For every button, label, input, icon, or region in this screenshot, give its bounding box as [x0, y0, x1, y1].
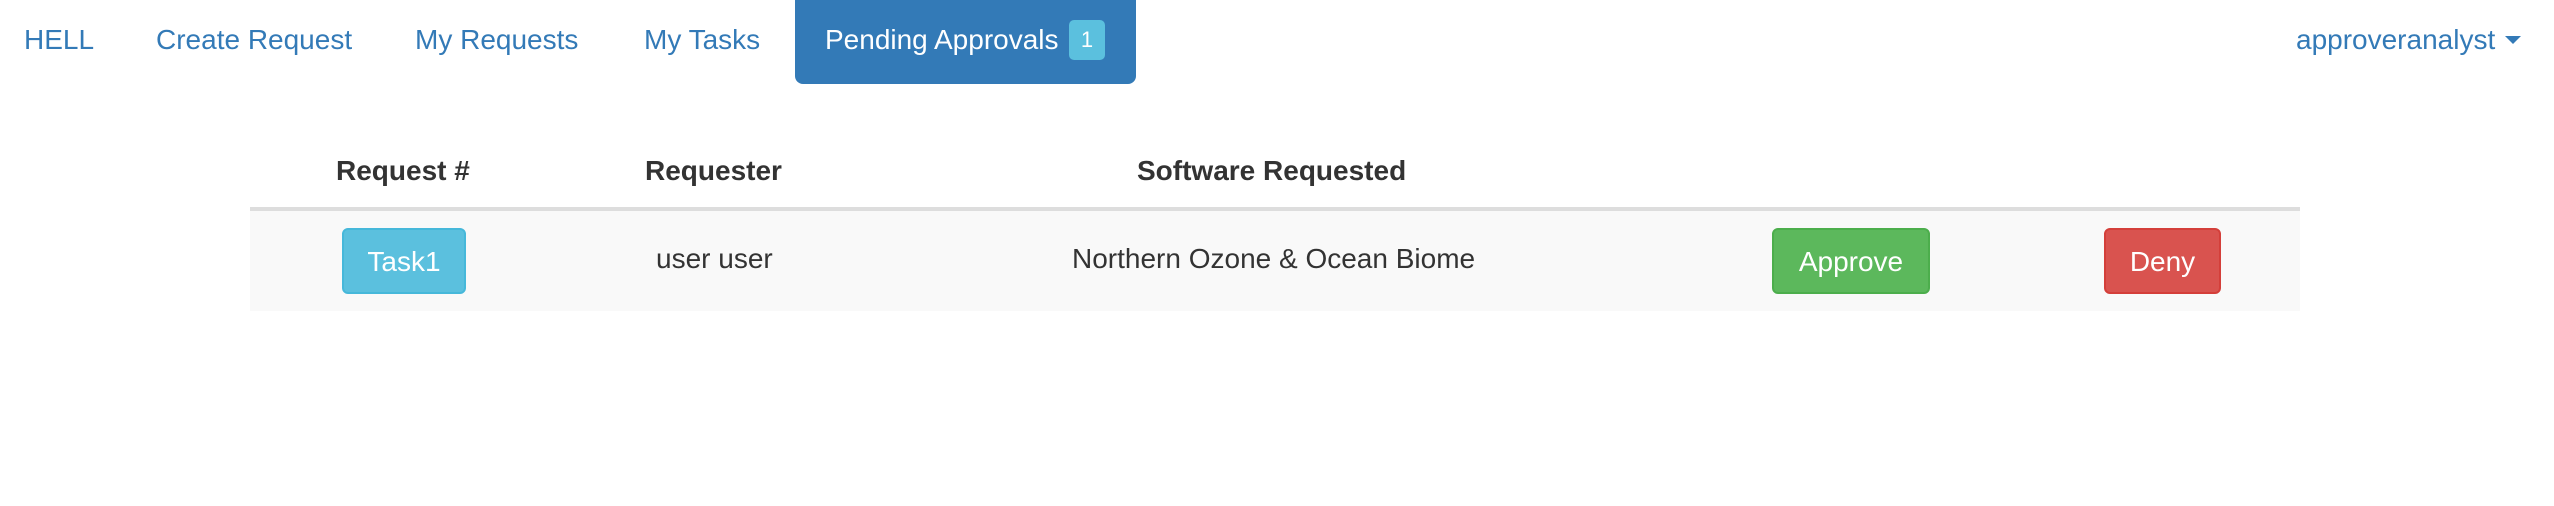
user-menu-toggle[interactable]: approveranalyst: [2296, 0, 2522, 84]
task-button[interactable]: Task1: [342, 228, 466, 294]
nav-my-tasks[interactable]: My Tasks: [644, 0, 760, 84]
caret-down-icon: [2505, 35, 2522, 44]
approve-button[interactable]: Approve: [1772, 228, 1930, 294]
top-navbar: HELL Create Request My Requests My Tasks…: [0, 0, 2554, 84]
table-row: Task1 user user Northern Ozone & Ocean B…: [250, 211, 2300, 311]
requester-cell: user user: [656, 243, 773, 274]
header-requester: Requester: [645, 155, 782, 186]
nav-create-request[interactable]: Create Request: [156, 0, 352, 84]
user-name: approveranalyst: [2296, 24, 2496, 55]
pending-approvals-label: Pending Approvals: [825, 24, 1059, 55]
brand-link[interactable]: HELL: [24, 0, 94, 84]
header-request-number: Request #: [336, 155, 470, 186]
nav-my-requests[interactable]: My Requests: [415, 0, 578, 84]
header-software-requested: Software Requested: [1137, 155, 1407, 186]
pending-count-badge: 1: [1069, 20, 1105, 60]
nav-pending-approvals[interactable]: Pending Approvals 1: [795, 0, 1136, 84]
software-cell: Northern Ozone & Ocean Biome: [1072, 243, 1476, 274]
deny-button[interactable]: Deny: [2104, 228, 2221, 294]
